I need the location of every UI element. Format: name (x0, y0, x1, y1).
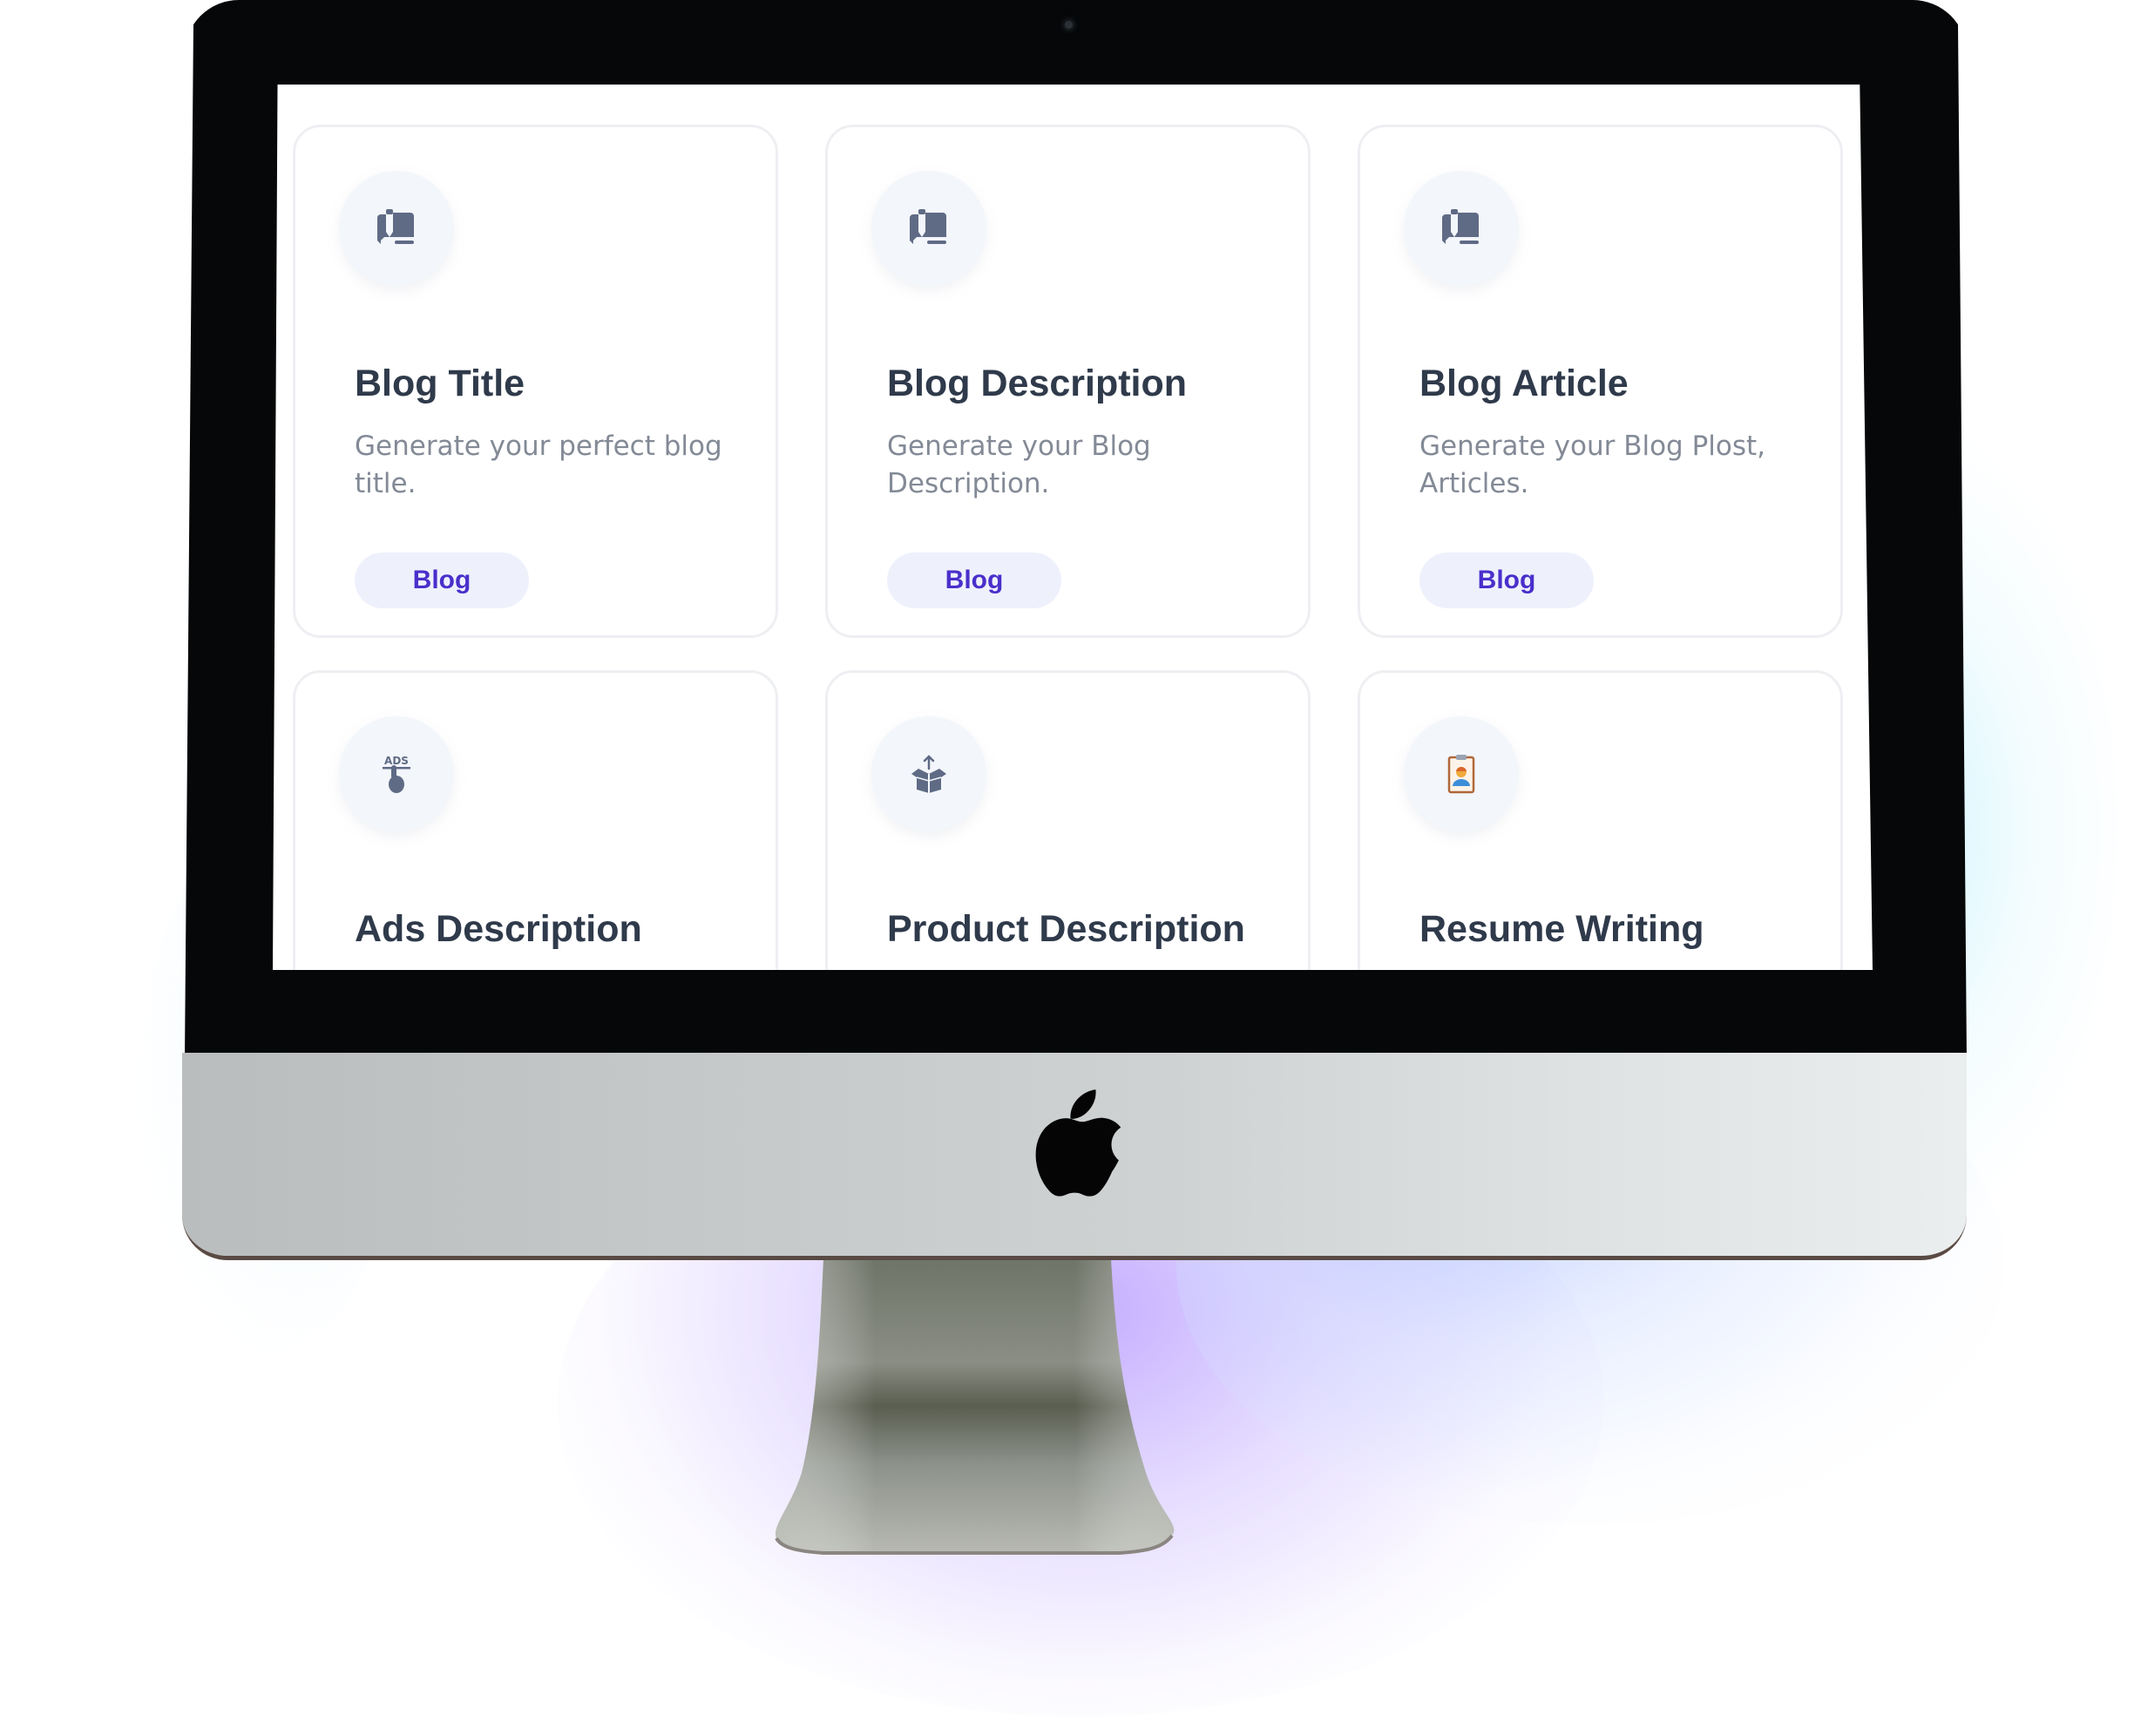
category-tag[interactable]: Blog (1419, 553, 1594, 608)
tool-card-ads-description[interactable]: ADS Ads Description (293, 670, 778, 970)
icon-circle (871, 716, 986, 831)
icon-circle (1404, 716, 1519, 831)
tool-card-blog-description[interactable]: Blog Description Generate your Blog Desc… (825, 125, 1311, 638)
resume-clipboard-icon (1447, 755, 1475, 794)
icon-circle (1404, 171, 1519, 286)
card-description: Generate your Blog Description. (887, 431, 1151, 499)
blog-writing-icon (1442, 209, 1479, 244)
icon-circle (339, 171, 454, 286)
ads-click-icon: ADS (383, 755, 410, 793)
card-description: Generate your perfect blog title. (355, 431, 722, 499)
blog-writing-icon (377, 209, 414, 244)
card-title: Blog Description (887, 363, 1188, 404)
camera-icon (1065, 21, 1073, 29)
card-description: Generate your Blog Plost, Articles. (1419, 431, 1766, 499)
card-title: Blog Article (1419, 363, 1629, 404)
tool-card-resume-writing[interactable]: Resume Writing (1358, 670, 1843, 970)
open-box-icon (911, 755, 946, 793)
card-title: Product Description (887, 908, 1245, 950)
card-title: Blog Title (355, 363, 525, 404)
svg-text:ADS: ADS (384, 755, 409, 767)
monitor-stand (775, 1259, 1175, 1555)
category-tag[interactable]: Blog (887, 553, 1061, 608)
icon-circle (871, 171, 986, 286)
monitor-screen: Blog Title Generate your perfect blog ti… (273, 85, 1873, 970)
tool-card-blog-article[interactable]: Blog Article Generate your Blog Plost, A… (1358, 125, 1843, 638)
card-title: Resume Writing (1419, 908, 1704, 950)
blog-writing-icon (910, 209, 946, 244)
tool-card-blog-title[interactable]: Blog Title Generate your perfect blog ti… (293, 125, 778, 638)
apple-logo-icon (1035, 1089, 1121, 1197)
card-title: Ads Description (355, 908, 642, 950)
tool-card-product-description[interactable]: Product Description (825, 670, 1311, 970)
icon-circle: ADS (339, 716, 454, 831)
category-tag[interactable]: Blog (355, 553, 529, 608)
